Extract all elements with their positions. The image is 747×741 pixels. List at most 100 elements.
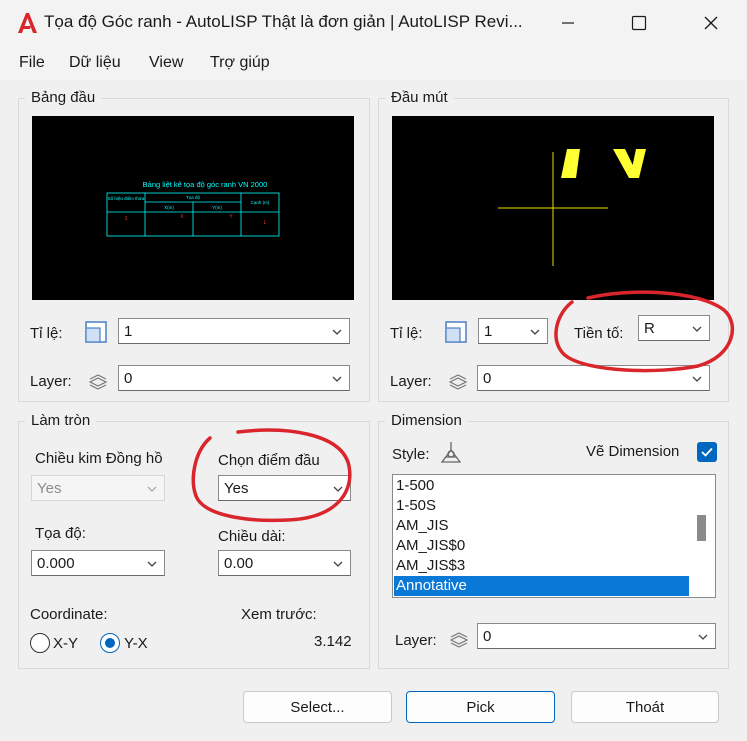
chon-diem-dau-combo[interactable]: Yes bbox=[218, 475, 351, 501]
list-scrollbar-thumb[interactable] bbox=[697, 515, 706, 541]
preview-col-canh: Cạnh (m) bbox=[251, 200, 270, 205]
scale-icon[interactable] bbox=[84, 320, 108, 344]
ve-dimension-checkbox[interactable] bbox=[697, 442, 717, 462]
radio-xy-label: X-Y bbox=[53, 635, 79, 652]
radio-xy[interactable] bbox=[30, 633, 50, 653]
style-label: Style: bbox=[392, 446, 430, 463]
select-button[interactable]: Select... bbox=[243, 691, 392, 723]
preview-col-y: Y(m) bbox=[212, 205, 222, 210]
preview-col-so-hieu: Số hiệu điểm thửa bbox=[108, 195, 145, 201]
preview-row-l: L bbox=[264, 220, 267, 226]
preview-row-1: 1 bbox=[125, 216, 128, 222]
preview-col-x: X(m) bbox=[164, 205, 174, 210]
xem-truoc-label: Xem trước: bbox=[241, 606, 317, 623]
dau-mut-ti-le-combo[interactable]: 1 bbox=[478, 318, 548, 344]
chon-diem-dau-value: Yes bbox=[224, 480, 249, 497]
pick-button[interactable]: Pick bbox=[406, 691, 555, 723]
dau-mut-layer-combo[interactable]: 0 bbox=[477, 365, 710, 391]
toa-do-combo[interactable]: 0.000 bbox=[31, 550, 165, 576]
layers-icon bbox=[88, 374, 108, 390]
table-preview-drawing: Bảng liệt kê tọa độ góc ranh VN 2000 Số … bbox=[106, 180, 280, 237]
chevron-down-icon bbox=[147, 486, 157, 492]
bang-dau-layer-label: Layer: bbox=[30, 373, 72, 390]
bang-dau-ti-le-combo[interactable]: 1 bbox=[118, 318, 350, 344]
checkmark-icon bbox=[701, 447, 713, 457]
maximize-button[interactable] bbox=[616, 0, 662, 46]
chieu-dai-combo[interactable]: 0.00 bbox=[218, 550, 351, 576]
dimension-layer-value: 0 bbox=[483, 628, 492, 645]
radio-yx-label: Y-X bbox=[124, 635, 148, 652]
lam-tron-label: Làm tròn bbox=[25, 412, 97, 429]
preview-table-title: Bảng liệt kê tọa độ góc ranh VN 2000 bbox=[143, 180, 268, 189]
list-item[interactable]: AM_JIS bbox=[394, 516, 689, 536]
chevron-down-icon bbox=[692, 326, 702, 332]
dimension-style-icon[interactable] bbox=[438, 440, 464, 466]
chevron-down-icon bbox=[333, 486, 343, 492]
bang-dau-layer-value: 0 bbox=[124, 370, 133, 387]
dimension-label: Dimension bbox=[385, 412, 468, 429]
tien-to-label: Tiền tố: bbox=[574, 325, 624, 342]
bang-dau-preview: Bảng liệt kê tọa độ góc ranh VN 2000 Số … bbox=[32, 116, 354, 300]
menu-bar: File Dữ liệu View Trợ giúp bbox=[0, 46, 747, 80]
chieu-dai-value: 0.00 bbox=[224, 555, 254, 572]
chieu-kim-combo[interactable]: Yes bbox=[31, 475, 165, 501]
toa-do-label: Tọa độ: bbox=[35, 525, 86, 542]
bang-dau-ti-le-value: 1 bbox=[124, 323, 133, 340]
xem-truoc-value: 3.142 bbox=[314, 633, 352, 650]
list-item[interactable]: AM_JIS$0 bbox=[394, 536, 689, 556]
tien-to-value: R bbox=[644, 320, 655, 337]
menu-view[interactable]: View bbox=[149, 54, 183, 72]
tien-to-combo[interactable]: R bbox=[638, 315, 710, 341]
bang-dau-label: Bảng đầu bbox=[25, 89, 102, 106]
minimize-button[interactable] bbox=[545, 0, 591, 46]
chieu-dai-label: Chiều dài: bbox=[218, 528, 286, 545]
close-button[interactable] bbox=[688, 0, 734, 46]
bang-dau-layer-combo[interactable]: 0 bbox=[118, 365, 350, 391]
dimension-style-list[interactable]: 1-500 1-50S AM_JIS AM_JIS$0 AM_JIS$3 Ann… bbox=[392, 474, 716, 598]
dau-mut-ti-le-value: 1 bbox=[484, 323, 493, 340]
minimize-icon bbox=[562, 22, 574, 24]
autocad-icon bbox=[18, 13, 37, 33]
menu-tro-giup[interactable]: Trợ giúp bbox=[210, 54, 270, 72]
chieu-kim-value: Yes bbox=[37, 480, 62, 497]
chevron-down-icon bbox=[147, 561, 157, 567]
chevron-down-icon bbox=[333, 561, 343, 567]
preview-row-x: X bbox=[180, 214, 184, 220]
preview-col-toa-do: Tọa độ bbox=[186, 195, 201, 200]
list-item[interactable]: 1-50S bbox=[394, 496, 689, 516]
dau-mut-layer-value: 0 bbox=[483, 370, 492, 387]
chon-diem-dau-label: Chọn điểm đầu bbox=[218, 452, 320, 469]
list-item[interactable]: AM_JIS$3 bbox=[394, 556, 689, 576]
chevron-down-icon bbox=[692, 376, 702, 382]
dau-mut-layer-label: Layer: bbox=[390, 373, 432, 390]
layers-icon bbox=[449, 632, 469, 648]
chevron-down-icon bbox=[530, 329, 540, 335]
menu-du-lieu[interactable]: Dữ liệu bbox=[69, 54, 121, 72]
dimension-layer-label: Layer: bbox=[395, 632, 437, 649]
maximize-icon bbox=[631, 15, 647, 31]
menu-file[interactable]: File bbox=[19, 54, 45, 72]
dau-mut-ti-le-label: Tỉ lệ: bbox=[390, 325, 423, 342]
chevron-down-icon bbox=[332, 329, 342, 335]
radio-yx[interactable] bbox=[100, 633, 120, 653]
endpoint-preview-drawing bbox=[498, 149, 646, 266]
scale-icon[interactable] bbox=[444, 320, 468, 344]
dau-mut-label: Đầu mút bbox=[385, 89, 454, 106]
list-item[interactable]: 1-500 bbox=[394, 476, 689, 496]
coordinate-label: Coordinate: bbox=[30, 606, 108, 623]
dau-mut-preview bbox=[392, 116, 714, 300]
chevron-down-icon bbox=[698, 634, 708, 640]
bang-dau-ti-le-label: Tỉ lệ: bbox=[30, 325, 63, 342]
title-bar: Tọa độ Góc ranh - AutoLISP Thật là đơn g… bbox=[0, 0, 747, 46]
ve-dimension-label: Vẽ Dimension bbox=[586, 443, 680, 460]
dimension-layer-combo[interactable]: 0 bbox=[477, 623, 716, 649]
layers-icon bbox=[448, 374, 468, 390]
preview-row-y: Y bbox=[229, 214, 233, 220]
close-icon bbox=[704, 16, 718, 30]
toa-do-value: 0.000 bbox=[37, 555, 75, 572]
thoat-button[interactable]: Thoát bbox=[571, 691, 719, 723]
window-title: Tọa độ Góc ranh - AutoLISP Thật là đơn g… bbox=[44, 12, 523, 31]
chieu-kim-label: Chiều kim Đồng hồ bbox=[35, 450, 163, 467]
list-item-selected[interactable]: Annotative bbox=[394, 576, 689, 596]
chevron-down-icon bbox=[332, 376, 342, 382]
